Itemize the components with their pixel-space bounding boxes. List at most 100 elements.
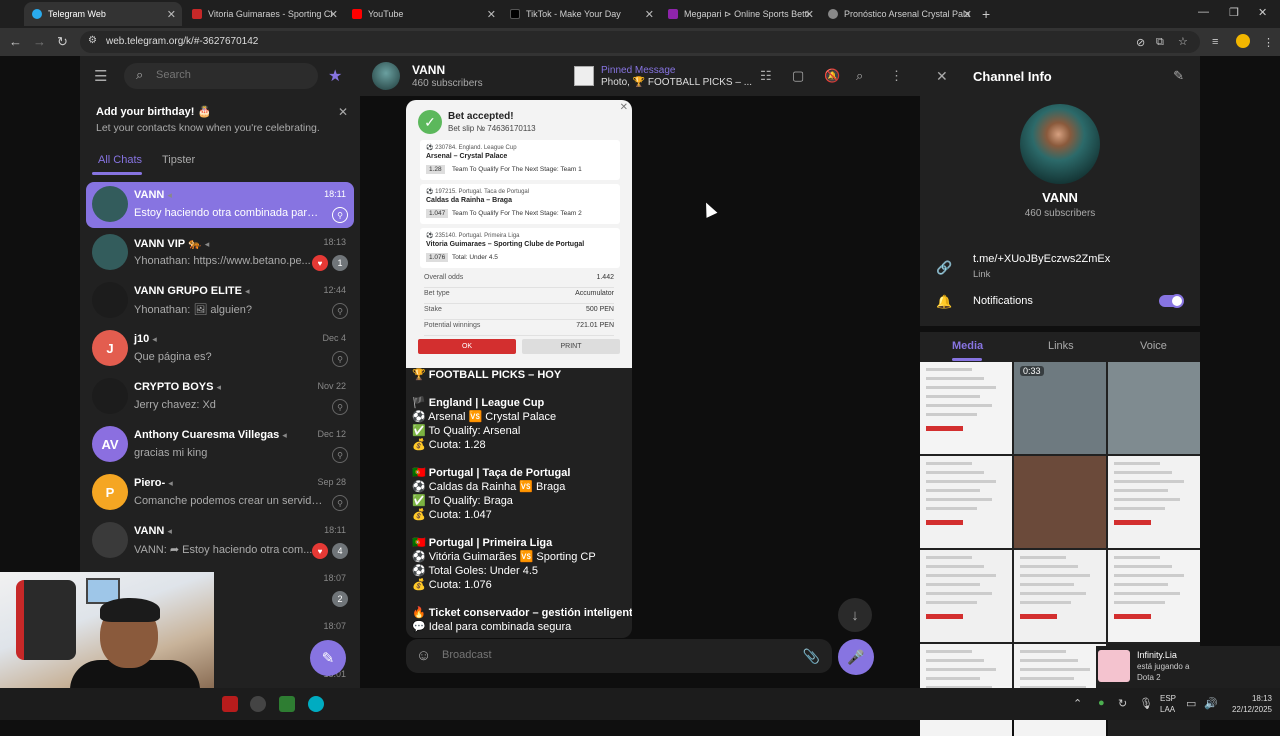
chat-item[interactable]: Jj10 ◂ Que página es? Dec 4 ⚲ xyxy=(86,326,354,372)
bookmark-star-icon[interactable]: ☆ xyxy=(1178,35,1188,48)
reload-icon[interactable]: ↻ xyxy=(57,34,68,50)
tab-links[interactable]: Links xyxy=(1048,340,1074,352)
language-layout[interactable]: LAA xyxy=(1160,705,1175,714)
pinned-list-icon[interactable]: ☷ xyxy=(760,68,772,84)
chat-item[interactable]: AV Anthony Cuaresma Villegas ◂ gracias mi k… xyxy=(86,422,354,468)
clock-date[interactable]: 22/12/2025 xyxy=(1224,705,1272,714)
edit-pencil-icon[interactable]: ✎ xyxy=(1173,68,1184,84)
new-tab-icon[interactable]: + xyxy=(982,6,990,22)
chat-item[interactable]: P Piero- ◂ Comanche podemos crear un servid… xyxy=(86,470,354,516)
browser-tab-megapari[interactable]: Megapari ⊳ Online Sports Betti ✕ xyxy=(660,2,820,26)
media-thumbnail[interactable] xyxy=(1108,550,1200,642)
discussion-icon[interactable]: ▢ xyxy=(792,68,804,84)
search-input[interactable] xyxy=(156,69,306,81)
url-text[interactable]: web.telegram.org/k/#-3627670142 xyxy=(106,36,258,47)
notepad-app-icon[interactable] xyxy=(279,696,295,712)
pinned-thumbnail[interactable] xyxy=(574,66,594,86)
pinned-text[interactable]: Photo, 🏆 FOOTBALL PICKS – ... xyxy=(601,77,752,88)
browser-tab-pronostico[interactable]: Pronóstico Arsenal Crystal Pala ✕ xyxy=(820,2,978,26)
language-code[interactable]: ESP xyxy=(1160,694,1176,703)
close-icon[interactable]: ✕ xyxy=(936,68,948,85)
channel-avatar-large[interactable] xyxy=(1020,104,1100,184)
more-menu-icon[interactable]: ⋮ xyxy=(890,68,903,84)
bet-slip-image[interactable]: ✓ ✕ Bet accepted! Bet slip № 74636170113… xyxy=(406,100,632,368)
pinned-title[interactable]: Pinned Message xyxy=(601,65,676,76)
chat-item[interactable]: VANN ◂ Estoy haciendo otra combinada para … xyxy=(86,182,354,228)
microphone-tray-icon[interactable]: 🎙 xyxy=(1139,697,1153,710)
close-tab-icon[interactable]: ✕ xyxy=(167,8,176,21)
thumbnail-button xyxy=(926,426,963,431)
media-thumbnail[interactable]: 0:33 xyxy=(1014,362,1106,454)
tab-tipster[interactable]: Tipster xyxy=(162,154,195,166)
steam-app-icon[interactable] xyxy=(250,696,266,712)
hamburger-menu-icon[interactable]: ☰ xyxy=(94,67,107,85)
minimize-icon[interactable]: — xyxy=(1198,6,1209,18)
browser-tab-vitoria[interactable]: Vitoria Guimaraes - Sporting Cl ✕ xyxy=(184,2,344,26)
attach-paperclip-icon[interactable]: 📎 xyxy=(803,648,820,665)
channel-link[interactable]: t.me/+XUoJByEczws2ZmEx xyxy=(973,253,1110,265)
media-thumbnail[interactable] xyxy=(1014,456,1106,548)
browser-tab-telegram[interactable]: Telegram Web ✕ xyxy=(24,2,182,26)
forward-icon[interactable]: → xyxy=(33,34,46,49)
media-thumbnail[interactable] xyxy=(920,550,1012,642)
message-bubble[interactable]: ✓ ✕ Bet accepted! Bet slip № 74636170113… xyxy=(406,100,632,638)
tab-media[interactable]: Media xyxy=(952,340,983,352)
maximize-icon[interactable]: ❐ xyxy=(1229,6,1239,19)
clock-time[interactable]: 18:13 xyxy=(1236,694,1272,703)
scroll-down-arrow-icon[interactable]: ↓ xyxy=(838,598,872,632)
chat-item[interactable]: VANN GRUPO ELITE ◂ Yhonathan: 🖼 alguien? 12… xyxy=(86,278,354,324)
media-thumbnail[interactable] xyxy=(1108,456,1200,548)
birthday-banner[interactable]: Add your birthday! 🎂 Let your contacts k… xyxy=(86,100,354,144)
close-tab-icon[interactable]: ✕ xyxy=(645,8,654,21)
search-box[interactable]: ⌕ xyxy=(124,63,318,89)
tab-list-icon[interactable]: ≡ xyxy=(1212,36,1218,48)
broadcast-input[interactable] xyxy=(442,649,742,661)
more-menu-icon[interactable]: ⋮ xyxy=(1263,36,1274,49)
site-info-icon[interactable]: ⚙ xyxy=(88,35,97,46)
media-thumbnail[interactable] xyxy=(920,362,1012,454)
notifications-toggle[interactable] xyxy=(1159,294,1184,308)
chat-item[interactable]: CRYPTO BOYS ◂ Jerry chavez: Xd Nov 22 ⚲ xyxy=(86,374,354,420)
emoji-icon[interactable]: ☺ xyxy=(416,647,431,664)
tab-voice[interactable]: Voice xyxy=(1140,340,1167,352)
refresh-tray-icon[interactable]: ↻ xyxy=(1118,697,1127,710)
media-thumbnail[interactable] xyxy=(920,456,1012,548)
close-icon[interactable]: ✕ xyxy=(338,105,348,119)
network-icon[interactable]: ▭ xyxy=(1186,697,1196,710)
browser-tab-youtube[interactable]: YouTube ✕ xyxy=(344,2,502,26)
tray-app-icon[interactable]: ● xyxy=(1098,697,1105,709)
close-tab-icon[interactable]: ✕ xyxy=(487,8,496,21)
media-thumbnail[interactable] xyxy=(1108,362,1200,454)
search-icon[interactable]: ⌕ xyxy=(856,68,863,84)
volume-icon[interactable]: 🔊 xyxy=(1204,697,1218,710)
game-notification[interactable]: Infinity.Lia está jugando a Dota 2 xyxy=(1096,646,1280,688)
profile-icon[interactable] xyxy=(1236,34,1250,48)
thumbnail-text-line xyxy=(1114,480,1184,483)
mute-bell-icon[interactable]: 🔕 xyxy=(824,68,840,84)
back-icon[interactable]: ← xyxy=(9,34,22,49)
chat-item[interactable]: VANN ◂ VANN: ➦ Estoy haciendo otra com... 1… xyxy=(86,518,354,564)
chat-item[interactable]: VANN VIP 🐅 ◂ Yhonathan: https://www.betano… xyxy=(86,230,354,276)
compose-pencil-icon[interactable]: ✎ xyxy=(310,640,346,676)
channel-avatar[interactable] xyxy=(372,62,400,90)
tab-all-chats[interactable]: All Chats xyxy=(98,154,142,166)
chevron-up-icon[interactable]: ⌃ xyxy=(1073,697,1082,710)
browser-app-icon[interactable] xyxy=(308,696,324,712)
media-thumbnail[interactable] xyxy=(1014,550,1106,642)
browser-tab-tiktok[interactable]: TikTok - Make Your Day ✕ xyxy=(502,2,660,26)
close-tab-icon[interactable]: ✕ xyxy=(963,8,972,21)
close-window-icon[interactable]: ✕ xyxy=(1258,6,1267,19)
microphone-icon[interactable]: 🎤 xyxy=(838,639,874,675)
install-icon[interactable]: ⧉ xyxy=(1156,36,1164,49)
close-tab-icon[interactable]: ✕ xyxy=(805,8,814,21)
channel-name[interactable]: VANN xyxy=(412,63,445,77)
omnibox[interactable]: ⚙ web.telegram.org/k/#-3627670142 ⊘ ⧉ ☆ xyxy=(80,31,1200,53)
star-icon[interactable]: ★ xyxy=(328,66,342,86)
eye-off-icon[interactable]: ⊘ xyxy=(1136,36,1145,49)
message-line: 🇵🇹 Portugal | Taça de Portugal xyxy=(412,467,571,479)
message-composer[interactable]: ☺ 📎 xyxy=(406,639,832,673)
message-line: ⚽ Total Goles: Under 4.5 xyxy=(412,565,539,577)
close-tab-icon[interactable]: ✕ xyxy=(329,8,338,21)
thumbnail-text-line xyxy=(926,413,977,416)
dota-app-icon[interactable] xyxy=(222,696,238,712)
